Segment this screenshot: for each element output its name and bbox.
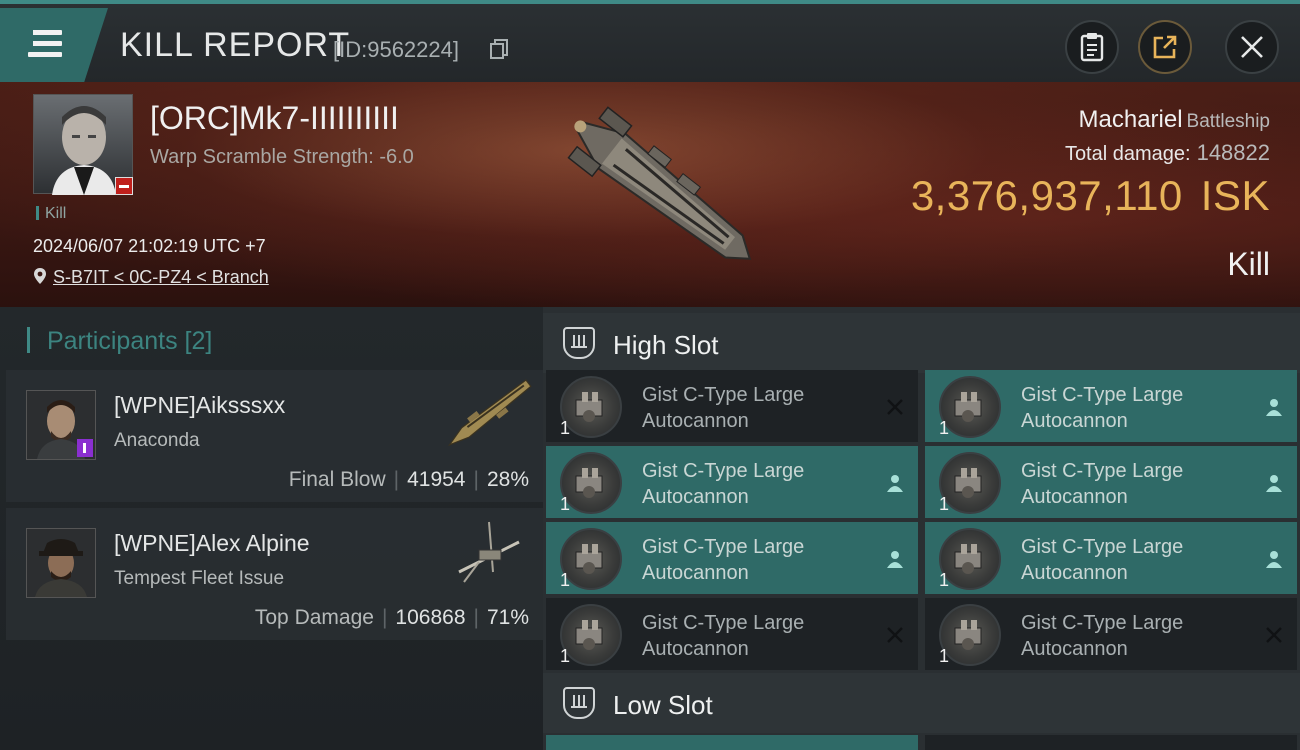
location-link[interactable]: S-B7IT < 0C-PZ4 < Branch <box>53 267 269 287</box>
module-quantity: 1 <box>939 646 950 666</box>
shield-slot-icon <box>563 327 595 359</box>
participant-ship-image <box>458 521 520 583</box>
ship-render <box>567 106 752 260</box>
isk-value: 3,376,937,110 ISK <box>910 172 1270 219</box>
module-name: Gist C-Type Large Autocannon <box>642 612 805 660</box>
share-button[interactable] <box>1138 20 1192 74</box>
participant-avatar <box>26 528 96 598</box>
module-name: Gist C-Type Large Autocannon <box>642 460 805 508</box>
person-icon <box>887 551 903 568</box>
module-name: Gist C-Type Large Autocannon <box>642 536 805 584</box>
module-item[interactable]: 1 Gist C-Type Large Autocannon <box>925 598 1297 670</box>
module-item[interactable] <box>546 735 918 750</box>
participant-name[interactable]: [WPNE]Alex Alpine <box>114 530 310 557</box>
kill-tag: Kill <box>36 205 66 223</box>
module-quantity: 1 <box>560 646 571 666</box>
victim-name[interactable]: [ORC]Mk7-IIIIIIIIII <box>150 100 399 137</box>
module-item[interactable] <box>925 735 1297 750</box>
participant-name[interactable]: [WPNE]Aiksssxx <box>114 392 285 419</box>
module-name: Gist C-Type Large Autocannon <box>642 384 805 432</box>
shield-slot-icon <box>563 687 595 719</box>
participants-panel: Participants [2] [WPNE]Aiksssxx Anaconda <box>0 307 543 750</box>
module-quantity: 1 <box>560 570 571 590</box>
module-quantity: 1 <box>560 418 571 438</box>
participants-header: Participants [2] <box>27 327 212 356</box>
module-item[interactable]: 1 Gist C-Type Large Autocannon <box>546 522 918 594</box>
copy-icon[interactable] <box>489 38 509 60</box>
location-pin-icon <box>34 268 46 284</box>
participant-row[interactable]: [WPNE]Aiksssxx Anaconda Final Blow | 41954… <box>6 370 543 502</box>
total-damage: Total damage: 148822 <box>1064 140 1270 165</box>
kill-result: Kill <box>1227 246 1270 282</box>
x-icon <box>887 399 903 415</box>
menu-button[interactable] <box>0 8 108 82</box>
module-quantity: 1 <box>939 494 950 514</box>
participant-ship: Anaconda <box>114 430 200 451</box>
fitting-panel: High Slot 1 Gist C-Type Large Autocannon 1 G… <box>543 307 1300 750</box>
person-icon <box>1266 551 1282 568</box>
person-icon <box>1266 399 1282 416</box>
module-name: Gist C-Type Large Autocannon <box>1021 536 1184 584</box>
module-name: Gist C-Type Large Autocannon <box>1021 460 1184 508</box>
kill-datetime: 2024/06/07 21:02:19 UTC +7 <box>33 236 266 256</box>
kill-location[interactable]: S-B7IT < 0C-PZ4 < Branch <box>33 267 269 288</box>
participant-stats: Final Blow | 41954 | 28% <box>288 468 529 491</box>
module-quantity: 1 <box>560 494 571 514</box>
module-item[interactable]: 1 Gist C-Type Large Autocannon <box>546 446 918 518</box>
close-button[interactable] <box>1225 20 1279 74</box>
module-item[interactable]: 1 Gist C-Type Large Autocannon <box>546 598 918 670</box>
module-item[interactable]: 1 Gist C-Type Large Autocannon <box>546 370 918 442</box>
report-id: [ID:9562224] <box>333 37 459 62</box>
top-bar: KILL REPORT [ID:9562224] <box>0 0 1300 82</box>
clipboard-icon <box>1080 33 1104 62</box>
person-icon <box>887 475 903 492</box>
ship-class: Battleship <box>1186 111 1270 132</box>
person-icon <box>1266 475 1282 492</box>
module-item[interactable]: 1 Gist C-Type Large Autocannon <box>925 446 1297 518</box>
low-slot-header: Low Slot <box>543 673 1300 733</box>
participant-row[interactable]: [WPNE]Alex Alpine Tempest Fleet Issue To… <box>6 508 543 640</box>
module-item[interactable]: 1 Gist C-Type Large Autocannon <box>925 522 1297 594</box>
module-item[interactable]: 1 Gist C-Type Large Autocannon <box>925 370 1297 442</box>
participant-ship: Tempest Fleet Issue <box>114 568 285 589</box>
participant-avatar <box>26 390 96 460</box>
share-icon <box>1153 35 1177 59</box>
close-icon <box>1241 36 1263 58</box>
high-slot-header: High Slot <box>543 313 1300 373</box>
module-name: Gist C-Type Large Autocannon <box>1021 612 1184 660</box>
module-name: Gist C-Type Large Autocannon <box>1021 384 1184 432</box>
module-quantity: 1 <box>939 570 950 590</box>
warp-scramble-strength: Warp Scramble Strength: -6.0 <box>150 146 414 168</box>
participant-stats: Top Damage | 106868 | 71% <box>254 606 529 629</box>
page-title: KILL REPORT <box>120 26 351 64</box>
x-icon <box>887 627 903 643</box>
victim-ship[interactable]: Machariel Battleship <box>1079 106 1271 134</box>
participant-ship-image <box>447 379 532 447</box>
hostile-badge <box>115 177 133 195</box>
victim-panel: [ORC]Mk7-IIIIIIIIII Warp Scramble Streng… <box>0 82 1300 307</box>
module-quantity: 1 <box>939 418 950 438</box>
clipboard-button[interactable] <box>1065 20 1119 74</box>
x-icon <box>1266 627 1282 643</box>
